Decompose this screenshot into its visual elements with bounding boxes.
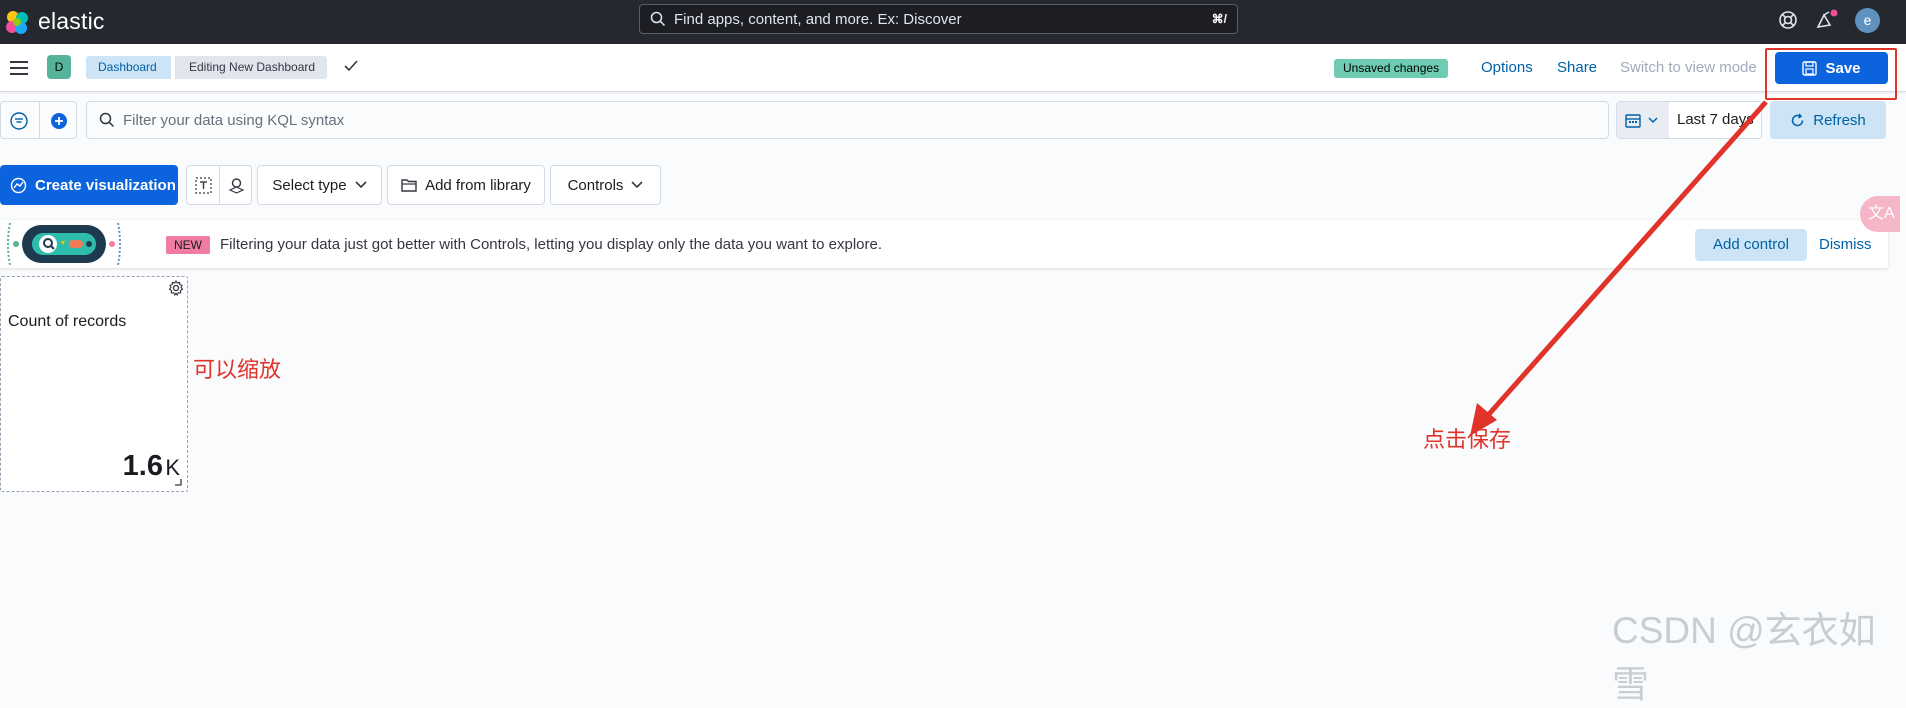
zoom-annotation: 可以缩放 bbox=[193, 357, 282, 382]
breadcrumb-dashboard[interactable]: Dashboard bbox=[86, 56, 171, 79]
dashboard-nav-bar: D Dashboard Editing New Dashboard Unsave… bbox=[0, 44, 1906, 92]
metric-value: 1.6 bbox=[122, 450, 163, 482]
elastic-logo[interactable]: elastic bbox=[4, 8, 105, 35]
annotation-arrow bbox=[1470, 100, 1768, 436]
panel-title: Count of records bbox=[8, 313, 127, 330]
create-visualization-label: Create visualization bbox=[35, 176, 176, 194]
select-type-label: Select type bbox=[272, 176, 347, 194]
new-badge: NEW bbox=[166, 236, 210, 254]
watermark: CSDN @玄衣如雪 bbox=[1612, 610, 1876, 705]
top-header: elastic Find apps, content, and more. Ex… bbox=[0, 0, 1906, 44]
date-picker[interactable]: Last 7 days bbox=[1616, 101, 1762, 139]
quick-menu-button[interactable] bbox=[1617, 102, 1669, 138]
add-filter-icon[interactable] bbox=[50, 112, 68, 130]
news-feed-icon[interactable] bbox=[1815, 9, 1839, 31]
controls-dropdown[interactable]: Controls bbox=[550, 165, 661, 205]
quick-add-group bbox=[186, 165, 252, 205]
controls-callout: NEW Filtering your data just got better … bbox=[0, 220, 1888, 268]
folder-open-icon bbox=[401, 179, 417, 192]
add-control-button[interactable]: Add control bbox=[1695, 229, 1807, 261]
brand-name: elastic bbox=[38, 8, 105, 34]
metric-panel[interactable]: Count of records 1.6 K bbox=[0, 276, 188, 492]
chevron-down-icon bbox=[355, 181, 367, 189]
select-type-dropdown[interactable]: Select type bbox=[257, 165, 382, 205]
chevron-down-icon bbox=[631, 181, 643, 189]
global-search-input[interactable]: Find apps, content, and more. Ex: Discov… bbox=[639, 4, 1238, 34]
filter-actions bbox=[0, 101, 77, 139]
switch-view-mode-link[interactable]: Switch to view mode bbox=[1620, 59, 1757, 76]
search-icon bbox=[99, 112, 115, 128]
callout-message: Filtering your data just got better with… bbox=[220, 236, 883, 253]
add-from-library-button[interactable]: Add from library bbox=[387, 165, 545, 205]
gear-icon[interactable] bbox=[168, 280, 184, 296]
check-icon[interactable] bbox=[343, 59, 359, 73]
unsaved-changes-badge: Unsaved changes bbox=[1334, 59, 1449, 78]
maps-icon[interactable] bbox=[228, 177, 245, 194]
visualize-app-icon bbox=[10, 177, 27, 193]
filter-bar: Filter your data using KQL syntax Last 7… bbox=[0, 101, 1906, 141]
text-panel-icon[interactable] bbox=[195, 177, 212, 194]
user-avatar[interactable]: e bbox=[1855, 8, 1880, 33]
search-icon bbox=[650, 11, 666, 27]
help-icon[interactable] bbox=[1777, 9, 1799, 31]
kql-search-input[interactable]: Filter your data using KQL syntax bbox=[86, 101, 1609, 139]
controls-label: Controls bbox=[567, 176, 624, 194]
calendar-icon bbox=[1625, 114, 1641, 128]
elastic-cluster-icon bbox=[6, 10, 28, 34]
date-range-label: Last 7 days bbox=[1677, 111, 1754, 128]
save-highlight-box bbox=[1765, 48, 1897, 100]
chevron-down-icon bbox=[1648, 117, 1658, 124]
space-avatar[interactable]: D bbox=[47, 55, 71, 79]
translate-widget[interactable]: 文A bbox=[1860, 196, 1900, 232]
options-link[interactable]: Options bbox=[1481, 59, 1533, 76]
refresh-icon bbox=[1791, 113, 1804, 126]
filter-menu-icon[interactable] bbox=[10, 112, 28, 130]
search-placeholder: Find apps, content, and more. Ex: Discov… bbox=[674, 10, 962, 28]
breadcrumb-current: Editing New Dashboard bbox=[175, 56, 328, 79]
refresh-button[interactable]: Refresh bbox=[1770, 101, 1886, 139]
refresh-label: Refresh bbox=[1813, 111, 1866, 129]
search-shortcut: ⌘/ bbox=[1211, 12, 1227, 26]
save-annotation: 点击保存 bbox=[1423, 427, 1512, 452]
create-visualization-button[interactable]: Create visualization bbox=[0, 165, 178, 205]
dismiss-link[interactable]: Dismiss bbox=[1819, 236, 1872, 253]
resize-handle-icon[interactable] bbox=[174, 478, 182, 486]
menu-icon[interactable] bbox=[10, 61, 28, 75]
controls-illustration-icon bbox=[6, 221, 122, 267]
add-from-library-label: Add from library bbox=[425, 176, 531, 194]
share-link[interactable]: Share bbox=[1557, 59, 1597, 76]
kql-placeholder: Filter your data using KQL syntax bbox=[123, 111, 345, 129]
